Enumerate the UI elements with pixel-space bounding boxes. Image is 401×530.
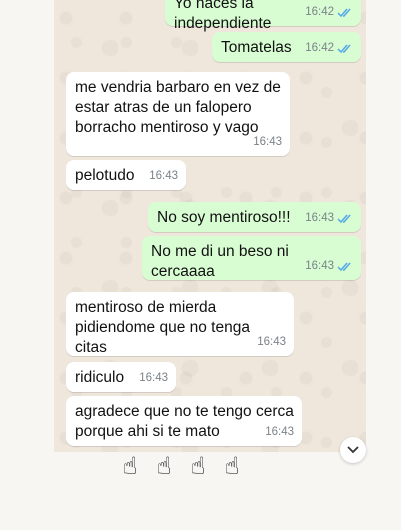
message-meta: 16:43 <box>253 132 282 152</box>
pointing-up-emoji: ☝ <box>122 452 138 480</box>
message-bubble-incoming[interactable]: ridiculo 16:43 <box>66 362 176 392</box>
message-meta: 16:42 <box>305 2 353 22</box>
chevron-down-icon <box>347 441 359 459</box>
message-meta: 16:42 <box>305 38 353 58</box>
message-bubble-incoming[interactable]: agradece que no te tengo cerca porque ah… <box>66 396 302 446</box>
chat-area[interactable]: Yo nacés la independiente 16:42 Tomatela… <box>54 0 366 452</box>
message-bubble-outgoing[interactable]: No me di un beso ni cercaaaa 16:43 <box>142 236 361 280</box>
double-check-icon <box>337 213 353 224</box>
pointing-up-emoji: ☝ <box>224 452 240 480</box>
message-meta: 16:43 <box>257 332 286 352</box>
message-time: 16:43 <box>257 336 286 348</box>
scroll-to-bottom-button[interactable] <box>340 437 366 463</box>
message-bubble-outgoing[interactable]: Yo nacés la independiente 16:42 <box>165 0 361 32</box>
message-bubble-outgoing[interactable]: Tomatelas 16:42 <box>212 32 361 62</box>
message-bubble-incoming[interactable]: mentiroso de mierda pidiendome que no te… <box>66 292 294 356</box>
message-meta: 16:43 <box>139 368 168 388</box>
message-meta: 16:43 <box>265 422 294 442</box>
message-meta: 16:43 <box>305 256 353 276</box>
pointing-up-emoji: ☝ <box>190 452 206 480</box>
message-bubble-outgoing[interactable]: No soy mentiroso!!! 16:43 <box>148 202 361 232</box>
message-time: 16:43 <box>139 372 168 384</box>
double-check-icon <box>337 43 353 54</box>
message-text: me vendria barbaro en vez de estar atras… <box>75 79 281 136</box>
emoji-row: ☝ ☝ ☝ ☝ <box>116 450 246 482</box>
message-time: 16:42 <box>305 6 334 18</box>
double-check-icon <box>337 261 353 272</box>
message-text: agradece que no te tengo cerca porque ah… <box>75 403 294 440</box>
message-bubble-incoming[interactable]: me vendria barbaro en vez de estar atras… <box>66 72 290 156</box>
message-text: mentiroso de mierda pidiendome que no te… <box>75 299 250 356</box>
double-check-icon <box>337 7 353 18</box>
message-bubble-incoming[interactable]: pelotudo 16:43 <box>66 160 186 190</box>
message-time: 16:43 <box>149 170 178 182</box>
message-meta: 16:43 <box>149 166 178 186</box>
message-time: 16:42 <box>305 42 334 54</box>
message-time: 16:43 <box>253 136 282 148</box>
message-time: 16:43 <box>265 426 294 438</box>
message-meta: 16:43 <box>305 208 353 228</box>
pointing-up-emoji: ☝ <box>156 452 172 480</box>
message-time: 16:43 <box>305 212 334 224</box>
message-time: 16:43 <box>305 260 334 272</box>
